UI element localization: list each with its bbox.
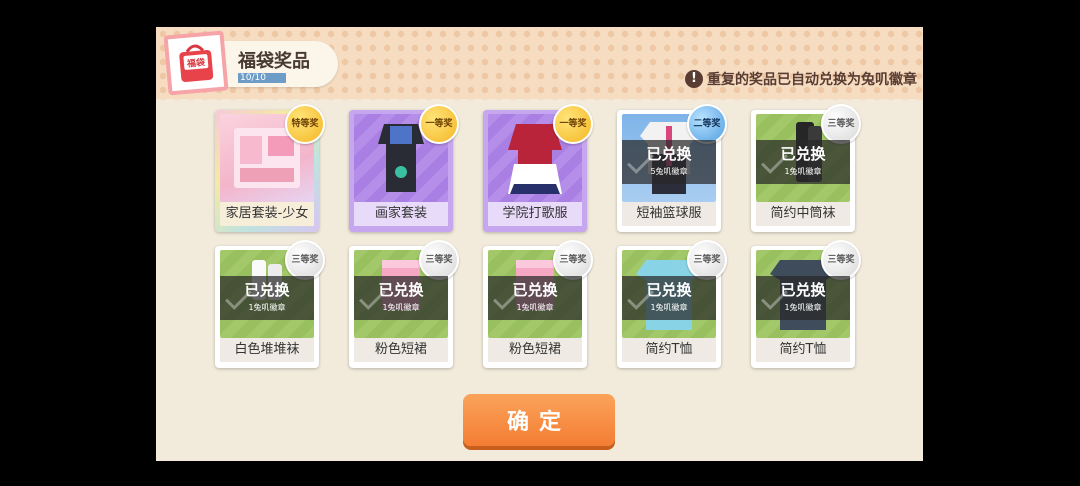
tier-badge: 二等奖	[687, 104, 727, 144]
tier-badge: 一等奖	[419, 104, 459, 144]
redeemed-overlay: 已兑换 1兔叽徽章	[756, 140, 850, 184]
prize-name: 简约中筒袜	[756, 202, 850, 226]
tier-badge: 三等奖	[821, 104, 861, 144]
header-scalloped-edge	[156, 93, 923, 105]
tier-badge: 特等奖	[285, 104, 325, 144]
prize-name: 粉色短裙	[488, 338, 582, 362]
redeemed-value: 5兔叽徽章	[650, 167, 688, 176]
redeemed-overlay: 已兑换 1兔叽徽章	[488, 276, 582, 320]
redeemed-label: 已兑换	[646, 145, 692, 163]
prize-card[interactable]: 粉色短裙 三等奖 已兑换 1兔叽徽章	[483, 240, 593, 368]
lucky-bag-icon: 福袋	[163, 30, 229, 96]
redeemed-label: 已兑换	[378, 281, 424, 299]
redeemed-label: 已兑换	[244, 281, 290, 299]
redeemed-overlay: 已兑换 1兔叽徽章	[622, 276, 716, 320]
redeemed-value: 1兔叽徽章	[784, 167, 822, 176]
redeemed-label: 已兑换	[512, 281, 558, 299]
redeemed-value: 1兔叽徽章	[382, 303, 420, 312]
prize-name: 学院打歌服	[488, 202, 582, 226]
tier-badge: 一等奖	[553, 104, 593, 144]
progress-text: 10/10	[240, 73, 266, 83]
prize-name: 简约T恤	[622, 338, 716, 362]
prize-name: 画家套装	[354, 202, 448, 226]
redeemed-label: 已兑换	[780, 281, 826, 299]
prize-card[interactable]: 短袖篮球服 二等奖 已兑换 5兔叽徽章	[617, 104, 727, 232]
exclamation-icon: !	[685, 70, 703, 88]
prize-card[interactable]: 学院打歌服 一等奖	[483, 104, 593, 232]
redeemed-overlay: 已兑换 1兔叽徽章	[220, 276, 314, 320]
prize-card[interactable]: 家居套装-少女 特等奖	[215, 104, 325, 232]
redeemed-value: 1兔叽徽章	[650, 303, 688, 312]
tier-badge: 三等奖	[687, 240, 727, 280]
prize-card[interactable]: 简约T恤 三等奖 已兑换 1兔叽徽章	[617, 240, 727, 368]
prize-name: 短袖篮球服	[622, 202, 716, 226]
prize-name: 白色堆堆袜	[220, 338, 314, 362]
prize-name: 粉色短裙	[354, 338, 448, 362]
redeemed-overlay: 已兑换 5兔叽徽章	[622, 140, 716, 184]
redeemed-overlay: 已兑换 1兔叽徽章	[354, 276, 448, 320]
redeemed-overlay: 已兑换 1兔叽徽章	[756, 276, 850, 320]
prize-card[interactable]: 粉色短裙 三等奖 已兑换 1兔叽徽章	[349, 240, 459, 368]
tier-badge: 三等奖	[821, 240, 861, 280]
redeemed-label: 已兑换	[780, 145, 826, 163]
prize-card[interactable]: 白色堆堆袜 三等奖 已兑换 1兔叽徽章	[215, 240, 325, 368]
tier-badge: 三等奖	[419, 240, 459, 280]
notice-text: 重复的奖品已自动兑换为兔叽徽章	[707, 72, 917, 88]
tier-badge: 三等奖	[553, 240, 593, 280]
notice: ! 重复的奖品已自动兑换为兔叽徽章	[685, 69, 917, 89]
confirm-button[interactable]: 确定	[463, 394, 615, 446]
redeemed-value: 1兔叽徽章	[516, 303, 554, 312]
prize-panel: 福袋 福袋奖品 10/10 ! 重复的奖品已自动兑换为兔叽徽章 家居套装-少女 特…	[156, 27, 923, 461]
redeemed-value: 1兔叽徽章	[248, 303, 286, 312]
redeemed-label: 已兑换	[646, 281, 692, 299]
prize-card[interactable]: 简约T恤 三等奖 已兑换 1兔叽徽章	[751, 240, 861, 368]
tier-badge: 三等奖	[285, 240, 325, 280]
prize-card[interactable]: 画家套装 一等奖	[349, 104, 459, 232]
prize-name: 家居套装-少女	[220, 202, 314, 226]
prize-name: 简约T恤	[756, 338, 850, 362]
prize-card[interactable]: 简约中筒袜 三等奖 已兑换 1兔叽徽章	[751, 104, 861, 232]
redeemed-value: 1兔叽徽章	[784, 303, 822, 312]
panel-title: 福袋奖品	[238, 51, 310, 72]
